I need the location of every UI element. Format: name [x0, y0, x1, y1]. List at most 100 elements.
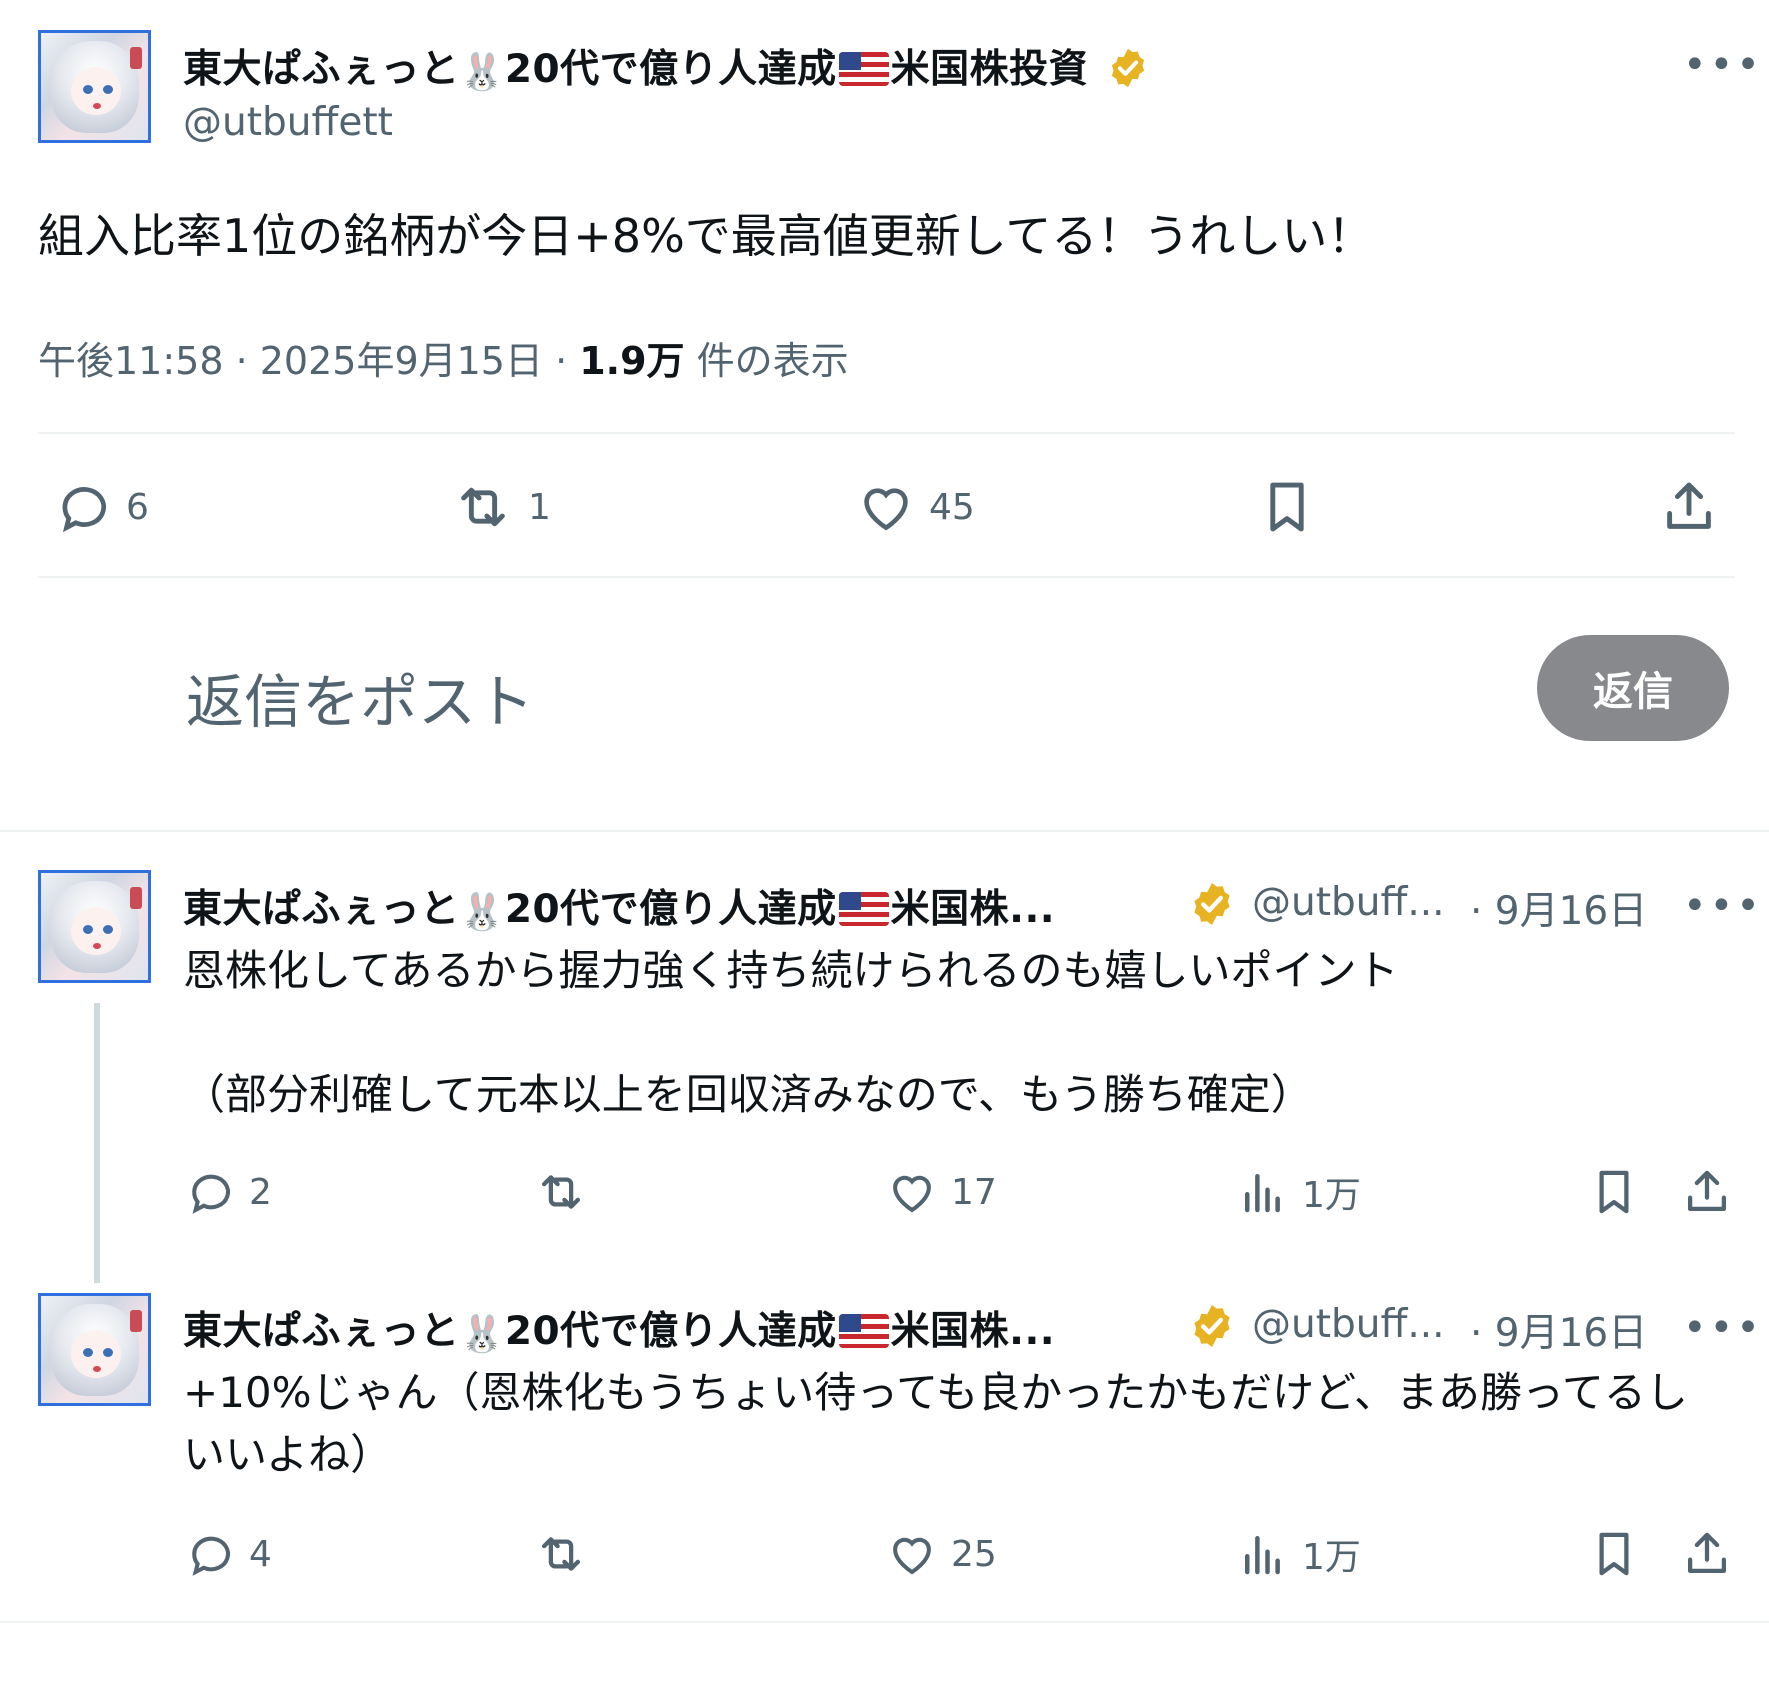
reply-count: 2 [249, 1171, 272, 1213]
reply-text: 恩株化してあるから握力強く持ち続けられるのも嬉しいポイント （部分利確して元本以… [183, 946, 1399, 1119]
repost-button[interactable] [532, 1527, 602, 1581]
repost-button[interactable] [532, 1165, 602, 1219]
share-icon [1687, 1170, 1727, 1212]
reply-count: 6 [126, 486, 149, 528]
bunny-icon: 🐰 [459, 1314, 505, 1355]
avatar-ribbon [130, 47, 142, 69]
display-name-part1: 東大ぱふぇっと [183, 887, 460, 932]
avatar-eye [103, 925, 113, 934]
display-name-part1: 東大ぱふぇっと [183, 1309, 460, 1354]
bookmark-button[interactable] [1587, 1527, 1641, 1581]
display-name[interactable]: 東大ぱふぇっと🐰20代で億り人達成 米国株... [183, 878, 1055, 934]
avatar-mouth [93, 943, 101, 949]
views-count: 1.9万 [579, 339, 685, 383]
flag-icon [838, 1314, 889, 1348]
reply-text: +10%じゃん（恩株化もうちょい待っても良かったかもだけど、まあ勝ってるしいいよ… [183, 1368, 1688, 1479]
reply-icon [192, 1174, 231, 1214]
views-count: 1万 [1302, 1537, 1361, 1578]
views-icon [1245, 1536, 1280, 1575]
like-icon [893, 1537, 931, 1575]
reply-input[interactable]: 返信をポスト [186, 655, 534, 739]
like-button[interactable]: 45 [855, 476, 975, 538]
display-name-part2: 20代で億り人達成 [504, 887, 837, 932]
verified-icon [1194, 883, 1230, 925]
handle[interactable]: @utbuff... [1252, 1302, 1445, 1347]
bookmark-button[interactable] [1256, 476, 1318, 538]
display-name-part3: 米国株... [890, 887, 1056, 932]
avatar[interactable] [38, 1293, 151, 1406]
share-button[interactable] [1658, 476, 1720, 538]
views-button[interactable]: 1万 [1236, 1165, 1361, 1219]
post-text: 組入比率1位の銘柄が今日+8%で最高値更新してる！うれしい！ [38, 209, 1374, 263]
section-divider [0, 1621, 1769, 1623]
post-meta: 午後11:58 · 2025年9月15日 · 1.9万 件の表示 [38, 330, 849, 385]
avatar[interactable] [38, 870, 151, 983]
avatar-mouth [93, 1366, 101, 1372]
verified-icon [1194, 1305, 1230, 1347]
reply-button[interactable]: 4 [183, 1527, 272, 1581]
repost-icon [541, 1175, 581, 1209]
like-icon [864, 488, 908, 531]
avatar-eye [83, 1348, 93, 1357]
views-button[interactable]: 1万 [1236, 1527, 1361, 1581]
avatar-ribbon [130, 1310, 142, 1332]
share-button[interactable] [1680, 1527, 1734, 1581]
avatar-ribbon [130, 887, 142, 909]
share-icon [1687, 1532, 1727, 1574]
reply-submit-button[interactable]: 返信 [1537, 635, 1729, 741]
post-date[interactable]: · 9月16日 [1470, 880, 1647, 936]
repost-icon [541, 1537, 581, 1571]
repost-icon [461, 487, 505, 527]
avatar-mouth [93, 103, 101, 109]
bunny-icon: 🐰 [459, 52, 505, 93]
views-label: 件の表示 [684, 339, 849, 383]
reply-button[interactable]: 2 [183, 1165, 272, 1219]
share-button[interactable] [1680, 1165, 1734, 1219]
display-name-part1: 東大ぱふぇっと [183, 47, 460, 92]
post-date[interactable]: · 9月16日 [1470, 1302, 1647, 1358]
display-name-part3: 米国株... [890, 1309, 1056, 1354]
more-icon[interactable]: ••• [1683, 45, 1763, 85]
post-time[interactable]: 午後11:58 · 2025年9月15日 · [38, 339, 579, 383]
reply-button[interactable]: 6 [52, 476, 149, 538]
flag-icon [838, 52, 889, 86]
like-button[interactable]: 25 [885, 1527, 997, 1581]
display-name[interactable]: 東大ぱふぇっと🐰20代で億り人達成 米国株投資 [183, 38, 1150, 94]
bookmark-icon [1599, 1170, 1629, 1214]
repost-count: 1 [528, 486, 551, 528]
bookmark-icon [1270, 482, 1304, 532]
flag-icon [838, 892, 889, 926]
reply-icon [62, 487, 106, 533]
avatar-eye [103, 1348, 113, 1357]
like-button[interactable]: 17 [885, 1165, 997, 1219]
share-icon [1667, 482, 1711, 529]
divider [38, 432, 1735, 434]
like-count: 45 [929, 486, 975, 528]
handle[interactable]: @utbuffett [183, 100, 393, 145]
avatar-eye [103, 85, 113, 94]
repost-button[interactable]: 1 [450, 476, 551, 538]
bookmark-icon [1599, 1532, 1629, 1576]
views-icon [1245, 1174, 1280, 1213]
bookmark-button[interactable] [1587, 1165, 1641, 1219]
handle[interactable]: @utbuff... [1252, 880, 1445, 925]
thread-line [94, 1003, 100, 1283]
like-count: 25 [951, 1533, 997, 1575]
display-name-part2: 20代で億り人達成 [504, 47, 837, 92]
bunny-icon: 🐰 [459, 892, 505, 933]
divider [38, 576, 1735, 578]
avatar-eye [83, 85, 93, 94]
display-name-part2: 20代で億り人達成 [504, 1309, 837, 1354]
section-divider [0, 830, 1769, 832]
avatar[interactable] [38, 30, 151, 143]
more-icon[interactable]: ••• [1683, 886, 1763, 926]
reply-icon [192, 1536, 231, 1576]
display-name-part3: 米国株投資 [890, 47, 1089, 92]
avatar-eye [83, 925, 93, 934]
verified-icon [1112, 48, 1145, 88]
views-count: 1万 [1302, 1175, 1361, 1216]
more-icon[interactable]: ••• [1683, 1308, 1763, 1348]
like-count: 17 [951, 1171, 997, 1213]
display-name[interactable]: 東大ぱふぇっと🐰20代で億り人達成 米国株... [183, 1300, 1055, 1356]
like-icon [893, 1175, 931, 1213]
